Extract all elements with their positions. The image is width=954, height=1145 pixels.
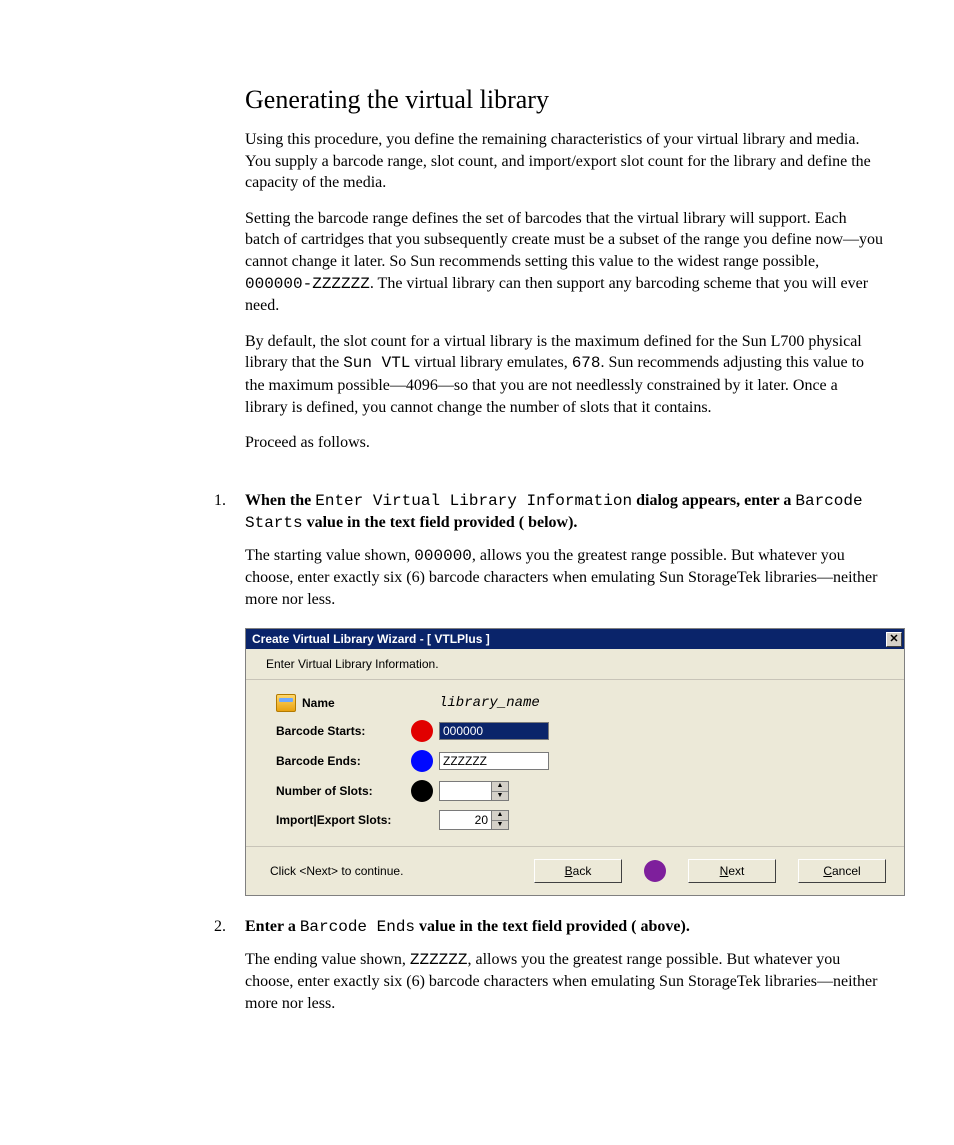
library-name-value: library_name (439, 695, 540, 711)
step-1-body: The starting value shown, 000000, allows… (245, 545, 884, 611)
name-label: Name (302, 696, 335, 710)
close-button[interactable]: ✕ (886, 632, 902, 647)
black-marker-icon (411, 780, 433, 802)
row-import-export: Import|Export Slots: ▲ ▼ (246, 806, 904, 834)
end-value-code: ZZZZZZ (410, 951, 468, 969)
red-marker-icon (411, 720, 433, 742)
import-export-spinner[interactable]: ▲ ▼ (439, 810, 509, 830)
spin-up-icon[interactable]: ▲ (492, 811, 508, 821)
spin-down-icon[interactable]: ▼ (492, 821, 508, 830)
wizard-dialog: Create Virtual Library Wizard - [ VTLPlu… (245, 628, 905, 896)
blue-marker-icon (411, 750, 433, 772)
next-button[interactable]: Next (688, 859, 776, 883)
intro-para-1: Using this procedure, you define the rem… (245, 129, 884, 194)
barcode-starts-label: Barcode Starts: (276, 724, 411, 738)
text: virtual library emulates, (410, 354, 571, 371)
text: The starting value shown, (245, 547, 414, 564)
intro-para-2: Setting the barcode range defines the se… (245, 208, 884, 317)
barcode-ends-label: Barcode Ends: (276, 754, 411, 768)
text: Setting the barcode range defines the se… (245, 210, 883, 270)
intro-para-3: By default, the slot count for a virtual… (245, 331, 884, 418)
spin-up-icon[interactable]: ▲ (492, 782, 508, 792)
row-barcode-ends: Barcode Ends: (246, 746, 904, 776)
slot-count-code: 678 (572, 354, 601, 372)
row-name: Name library_name (246, 690, 904, 716)
step-1: When the Enter Virtual Library Informati… (230, 490, 884, 897)
dialog-name-code: Enter Virtual Library Information (315, 492, 632, 510)
step-2-body: The ending value shown, ZZZZZZ, allows y… (245, 949, 884, 1015)
row-num-slots: Number of Slots: ▲ ▼ (246, 776, 904, 806)
cancel-button[interactable]: Cancel (798, 859, 886, 883)
dialog-titlebar[interactable]: Create Virtual Library Wizard - [ VTLPlu… (246, 629, 904, 649)
footer-hint: Click <Next> to continue. (264, 864, 534, 878)
barcode-starts-input[interactable] (439, 722, 549, 740)
start-value-code: 000000 (414, 547, 472, 565)
text: value in the text field provided ( below… (303, 514, 578, 531)
sun-vtl-code: Sun VTL (343, 354, 410, 372)
num-slots-label: Number of Slots: (276, 784, 411, 798)
num-slots-input[interactable] (439, 781, 491, 801)
library-icon (276, 694, 296, 712)
step-1-heading: When the Enter Virtual Library Informati… (245, 490, 884, 535)
section-heading: Generating the virtual library (245, 85, 884, 115)
proceed-text: Proceed as follows. (245, 432, 884, 454)
dialog-title: Create Virtual Library Wizard - [ VTLPlu… (252, 632, 886, 646)
barcode-ends-input[interactable] (439, 752, 549, 770)
dialog-subheading: Enter Virtual Library Information. (246, 649, 904, 680)
dialog-footer: Click <Next> to continue. Back Next Canc… (246, 847, 904, 895)
text: value in the text field provided ( above… (415, 918, 690, 935)
dialog-form: Name library_name Barcode Starts: Barcod… (246, 680, 904, 847)
back-button[interactable]: Back (534, 859, 622, 883)
spin-down-icon[interactable]: ▼ (492, 792, 508, 801)
num-slots-spinner[interactable]: ▲ ▼ (439, 781, 509, 801)
purple-marker-icon (644, 860, 666, 882)
import-export-label: Import|Export Slots: (276, 813, 411, 827)
text: dialog appears, enter a (632, 492, 795, 509)
barcode-range-code: 000000-ZZZZZZ (245, 275, 370, 293)
row-barcode-starts: Barcode Starts: (246, 716, 904, 746)
text: The ending value shown, (245, 951, 410, 968)
step-2-heading: Enter a Barcode Ends value in the text f… (245, 916, 884, 938)
import-export-input[interactable] (439, 810, 491, 830)
text: Enter a (245, 918, 300, 935)
step-2: Enter a Barcode Ends value in the text f… (230, 916, 884, 1014)
text: When the (245, 492, 315, 509)
field-name-code: Barcode Ends (300, 918, 415, 936)
